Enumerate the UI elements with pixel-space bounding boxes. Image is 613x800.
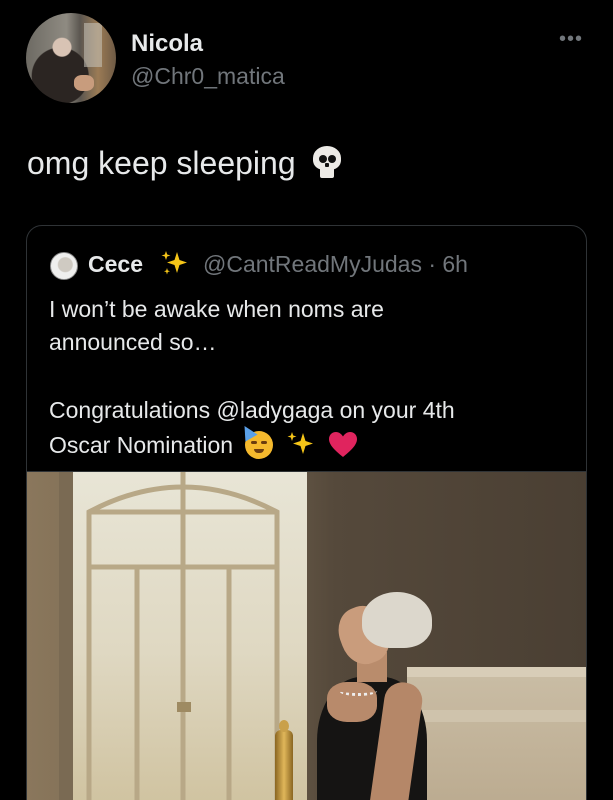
quoted-text-line-3: Congratulations @ladygaga on your 4th [49,397,455,423]
photo-person-hair [362,592,432,648]
sparkles-icon [287,432,313,454]
avatar-hand [74,75,94,91]
photo-stair-step [407,710,586,722]
photo-person-necklace [339,686,377,696]
more-options-icon[interactable]: ••• [559,28,583,51]
avatar-background-window [84,23,102,67]
quoted-tweet-photo[interactable] [27,472,586,800]
skull-icon [311,146,343,180]
quoted-author-avatar[interactable] [50,252,78,280]
sparkles-icon [161,251,187,275]
tweet-text-content: omg keep sleeping [27,145,296,181]
tweet-text: omg keep sleeping [27,145,343,182]
quoted-text-line-4-text: Oscar Nomination [49,432,234,458]
quoted-text-line-1: I won’t be awake when noms are [49,296,384,322]
photo-floor [407,677,586,800]
red-heart-icon [329,432,358,457]
partying-face-icon [238,422,274,459]
author-avatar[interactable] [26,13,116,103]
quoted-text-line-2: announced so… [49,329,217,355]
oscar-statuette-head [279,720,289,732]
quoted-text-line-4: Oscar Nomination [49,422,358,459]
author-name[interactable]: Nicola [131,30,203,58]
author-handle[interactable]: @Chr0_matica [131,63,285,90]
quoted-author-name[interactable]: Cece [88,251,143,278]
quoted-author-handle-time[interactable]: @CantReadMyJudas · 6h [203,251,468,278]
photo-window-frame [59,472,280,800]
oscar-statuette [275,730,293,800]
quoted-tweet-card[interactable]: Cece @CantReadMyJudas · 6h I won’t be aw… [26,225,587,800]
